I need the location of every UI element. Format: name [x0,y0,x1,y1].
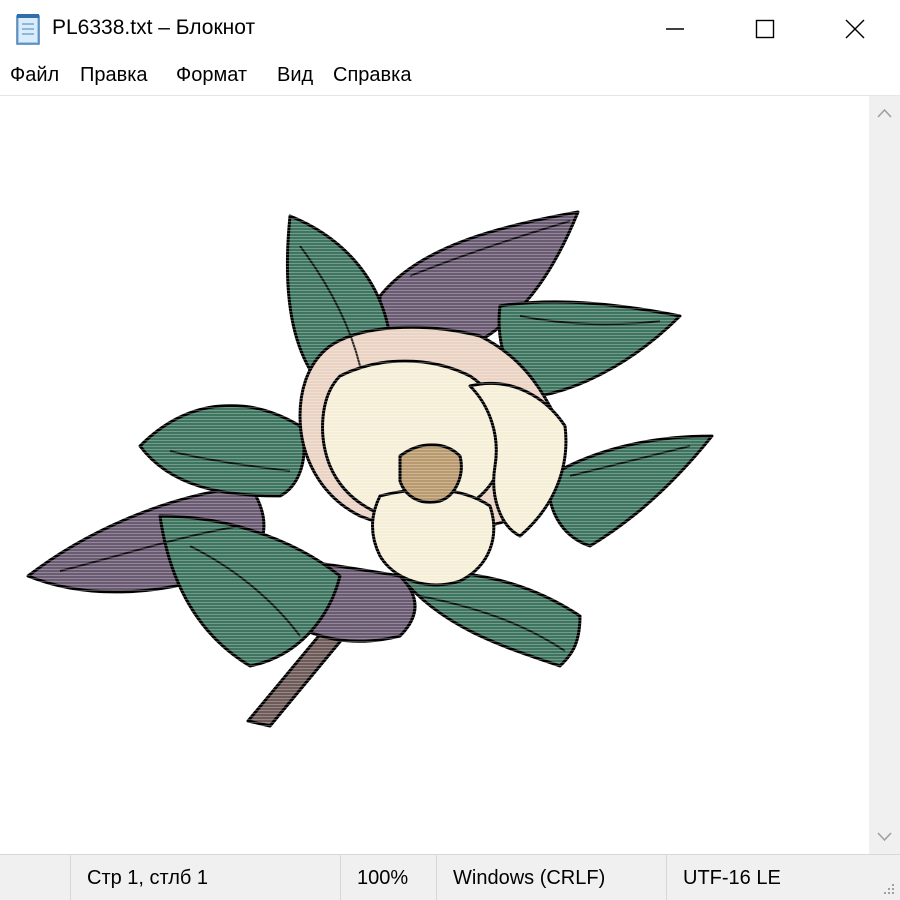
menu-edit[interactable]: Правка [78,64,150,87]
maximize-icon [755,19,775,39]
menu-help[interactable]: Справка [331,64,413,87]
window-title: PL6338.txt – Блокнот [52,16,256,39]
resize-grip-icon[interactable] [880,880,896,896]
close-button[interactable] [810,0,900,58]
title-bar[interactable]: PL6338.txt – Блокнот [0,0,900,58]
menu-file[interactable]: Файл [8,64,61,87]
cursor-position: Стр 1, стлб 1 [70,855,340,900]
scroll-down-button[interactable] [869,818,900,854]
minimize-icon [666,28,684,30]
menu-bar: Файл Правка Формат Вид Справка [0,58,900,96]
minimize-button[interactable] [630,0,720,58]
menu-view[interactable]: Вид [275,64,315,87]
chevron-up-icon [877,108,892,118]
status-bar: Стр 1, стлб 1 100% Windows (CRLF) UTF-16… [0,854,900,900]
menu-format[interactable]: Формат [174,64,249,87]
close-icon [845,19,865,39]
vertical-scrollbar[interactable] [869,96,900,854]
encoding: UTF-16 LE [666,855,900,900]
text-editor-area[interactable] [0,96,869,854]
notepad-icon[interactable] [14,12,44,46]
zoom-level: 100% [340,855,436,900]
notepad-window: PL6338.txt – Блокнот Файл Правка Формат … [0,0,900,900]
magnolia-flower-image [0,96,869,854]
line-ending: Windows (CRLF) [436,855,666,900]
maximize-button[interactable] [720,0,810,58]
scroll-up-button[interactable] [869,96,900,132]
chevron-down-icon [877,832,892,842]
